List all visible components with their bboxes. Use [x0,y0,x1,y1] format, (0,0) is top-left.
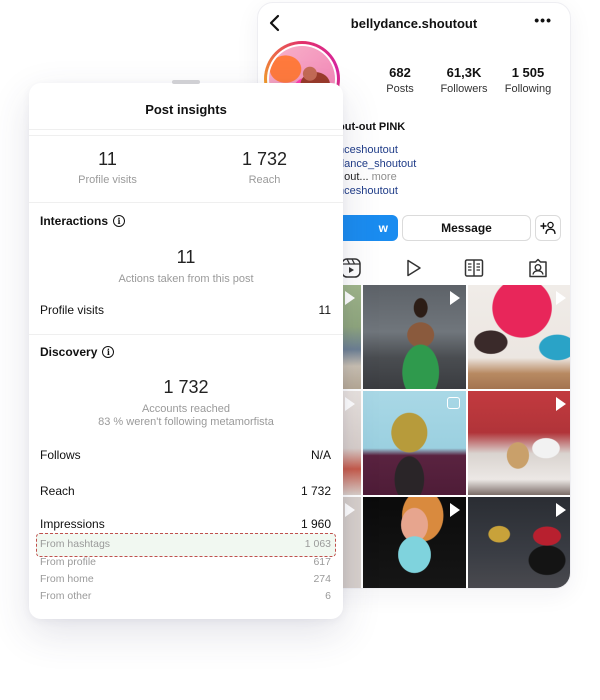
row-value: N/A [310,448,331,462]
reels-icon[interactable] [340,257,362,279]
row-value: 274 [313,573,331,585]
post-thumbnail[interactable] [468,391,570,495]
row-label: Follows [40,448,81,462]
stat-followers[interactable]: 61,3K Followers [432,65,496,95]
stat-value: 61,3K [446,65,482,80]
section-title: Discovery [40,345,98,359]
profile-username: bellydance.shoutout [350,16,478,31]
impression-source-profile: From profile 617 [40,556,331,568]
follow-button[interactable]: w [338,215,398,241]
sheet-grabber-handle[interactable] [172,80,200,84]
row-label: From home [40,573,94,585]
tagged-icon[interactable] [527,257,549,279]
post-thumbnail[interactable] [468,497,570,588]
interactions-header: Interactions i [40,214,126,228]
video-icon [556,397,566,411]
bio-name: out-out PINK [338,121,406,133]
row-value: 1 960 [300,517,331,531]
metric-value: 1 732 [163,377,209,397]
video-icon [345,397,355,411]
profile-content-tabs [338,257,570,283]
video-icon [450,291,460,305]
row-label: Impressions [40,517,105,531]
discovery-header: Discovery i [40,345,115,359]
bio-link[interactable]: dance_shoutout [338,158,416,172]
bio-link[interactable]: nceshoutout [338,185,416,199]
discovery-total: 1 732 Accounts reached 83 % weren't foll… [29,377,343,429]
bio-more-link[interactable]: more [372,171,397,183]
guide-icon[interactable] [463,257,485,279]
row-label: Reach [40,484,75,498]
info-icon[interactable]: i [102,346,115,358]
discovery-row-reach: Reach 1 732 [40,484,331,498]
reel-icon [447,397,460,409]
impression-source-other: From other 6 [40,590,331,602]
divider [29,135,343,136]
post-thumbnail[interactable] [363,497,466,588]
interactions-total: 11 Actions taken from this post [29,247,343,286]
section-title: Interactions [40,214,109,228]
metric-label: Actions taken from this post [118,273,254,285]
top-metric-reach[interactable]: 1 732 Reach [186,149,343,186]
stat-label: Following [504,83,552,95]
add-user-icon [540,221,556,235]
video-icon [556,503,566,517]
divider [29,129,343,130]
metric-value: 11 [176,247,196,267]
row-value: 1 063 [304,538,331,550]
metric-label: Accounts reached [141,403,231,415]
row-value: 6 [325,590,331,602]
bio-link[interactable]: nceshoutout [338,144,416,158]
row-label: Profile visits [40,303,105,317]
row-label: From profile [40,556,97,568]
divider [29,334,343,335]
top-metric-profile-visits[interactable]: 11 Profile visits [29,149,186,186]
post-thumbnail[interactable] [363,391,466,495]
message-button[interactable]: Message [402,215,531,241]
row-value: 1 732 [300,484,331,498]
post-thumbnail[interactable] [363,285,466,389]
row-value: 617 [313,556,331,568]
video-icon [450,503,460,517]
stat-value: 1 505 [511,65,545,80]
post-thumbnail[interactable] [468,285,570,389]
stat-label: Posts [386,83,414,95]
impression-source-home: From home 274 [40,573,331,585]
video-icon [345,291,355,305]
bio-text: t out... more [338,171,416,185]
stat-value: 682 [389,65,411,80]
video-icon [556,291,566,305]
discovery-row-follows: Follows N/A [40,448,331,462]
divider [29,202,343,203]
impression-source-hashtags: From hashtags 1 063 [40,538,331,550]
profile-bio: out-out PINK nceshoutout dance_shoutout … [338,121,416,199]
profile-actions: w Message [338,215,561,241]
stat-label: Followers [440,83,488,95]
stat-posts[interactable]: 682 Posts [368,65,432,95]
profile-stats: 682 Posts 61,3K Followers 1 505 Followin… [368,65,560,95]
stat-following[interactable]: 1 505 Following [496,65,560,95]
metric-value: 1 732 [241,149,288,169]
more-options-icon[interactable]: ••• [534,12,552,28]
info-icon[interactable]: i [113,215,126,227]
metric-subtext: 83 % weren't following metamorfista [98,416,274,428]
metric-value: 11 [98,149,117,169]
sheet-title: Post insights [145,102,227,117]
profile-header: bellydance.shoutout ••• [258,3,570,43]
suggested-users-button[interactable] [535,215,561,241]
play-icon[interactable] [402,257,424,279]
discovery-row-impressions: Impressions 1 960 [40,517,331,531]
metric-label: Profile visits [78,174,137,186]
post-insights-sheet: Post insights 11 Profile visits 1 732 Re… [29,80,343,619]
row-value: 11 [318,303,331,317]
metric-label: Reach [248,174,281,186]
interaction-row-profile-visits: Profile visits 11 [40,303,331,317]
row-label: From other [40,590,92,602]
video-icon [345,503,355,517]
row-label: From hashtags [40,538,111,550]
